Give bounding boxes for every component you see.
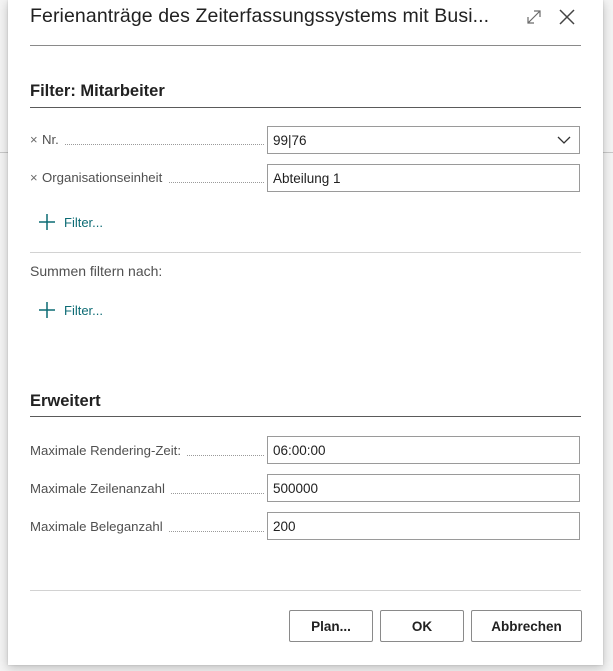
max-rows-input[interactable]: 500000: [267, 474, 580, 502]
plus-icon: [39, 214, 55, 230]
chevron-down-icon[interactable]: [557, 134, 571, 146]
plan-button[interactable]: Plan...: [289, 610, 373, 642]
max-documents-input[interactable]: 200: [267, 512, 580, 540]
advanced-section-title: Erweitert: [30, 392, 101, 410]
filter-field-nr-input[interactable]: 99|76: [267, 126, 580, 154]
advanced-field-label: Maximale Zeilenanzahl: [30, 481, 264, 499]
section-divider: [30, 416, 581, 417]
add-totals-filter-link[interactable]: Filter...: [38, 300, 103, 320]
ok-button[interactable]: OK: [380, 610, 464, 642]
section-divider: [30, 252, 581, 253]
advanced-field-label: Maximale Beleganzahl: [30, 519, 264, 537]
dialog-title: Ferienanträge des Zeiterfassungssystems …: [30, 5, 490, 27]
filter-dialog: Ferienanträge des Zeiterfassungssystems …: [8, 0, 603, 665]
advanced-field-label: Maximale Rendering-Zeit:: [30, 443, 264, 461]
section-divider: [30, 107, 581, 108]
title-divider: [30, 45, 581, 46]
close-icon[interactable]: [556, 6, 578, 28]
cancel-button[interactable]: Abbrechen: [471, 610, 582, 642]
max-rendering-time-input[interactable]: 06:00:00: [267, 436, 580, 464]
expand-icon[interactable]: [523, 6, 545, 28]
plus-icon: [39, 302, 55, 318]
footer-divider: [30, 590, 581, 591]
remove-filter-icon[interactable]: ×: [30, 170, 42, 185]
add-filter-link[interactable]: Filter...: [38, 212, 103, 232]
filter-field-org-input[interactable]: Abteilung 1: [267, 164, 580, 192]
backdrop-divider: [603, 152, 613, 153]
remove-filter-icon[interactable]: ×: [30, 132, 42, 147]
filter-field-label-org: × Organisationseinheit: [30, 170, 264, 188]
filter-section-title: Filter: Mitarbeiter: [30, 82, 165, 100]
totals-filter-label: Summen filtern nach:: [30, 263, 163, 279]
filter-field-label-nr: × Nr.: [30, 132, 264, 150]
